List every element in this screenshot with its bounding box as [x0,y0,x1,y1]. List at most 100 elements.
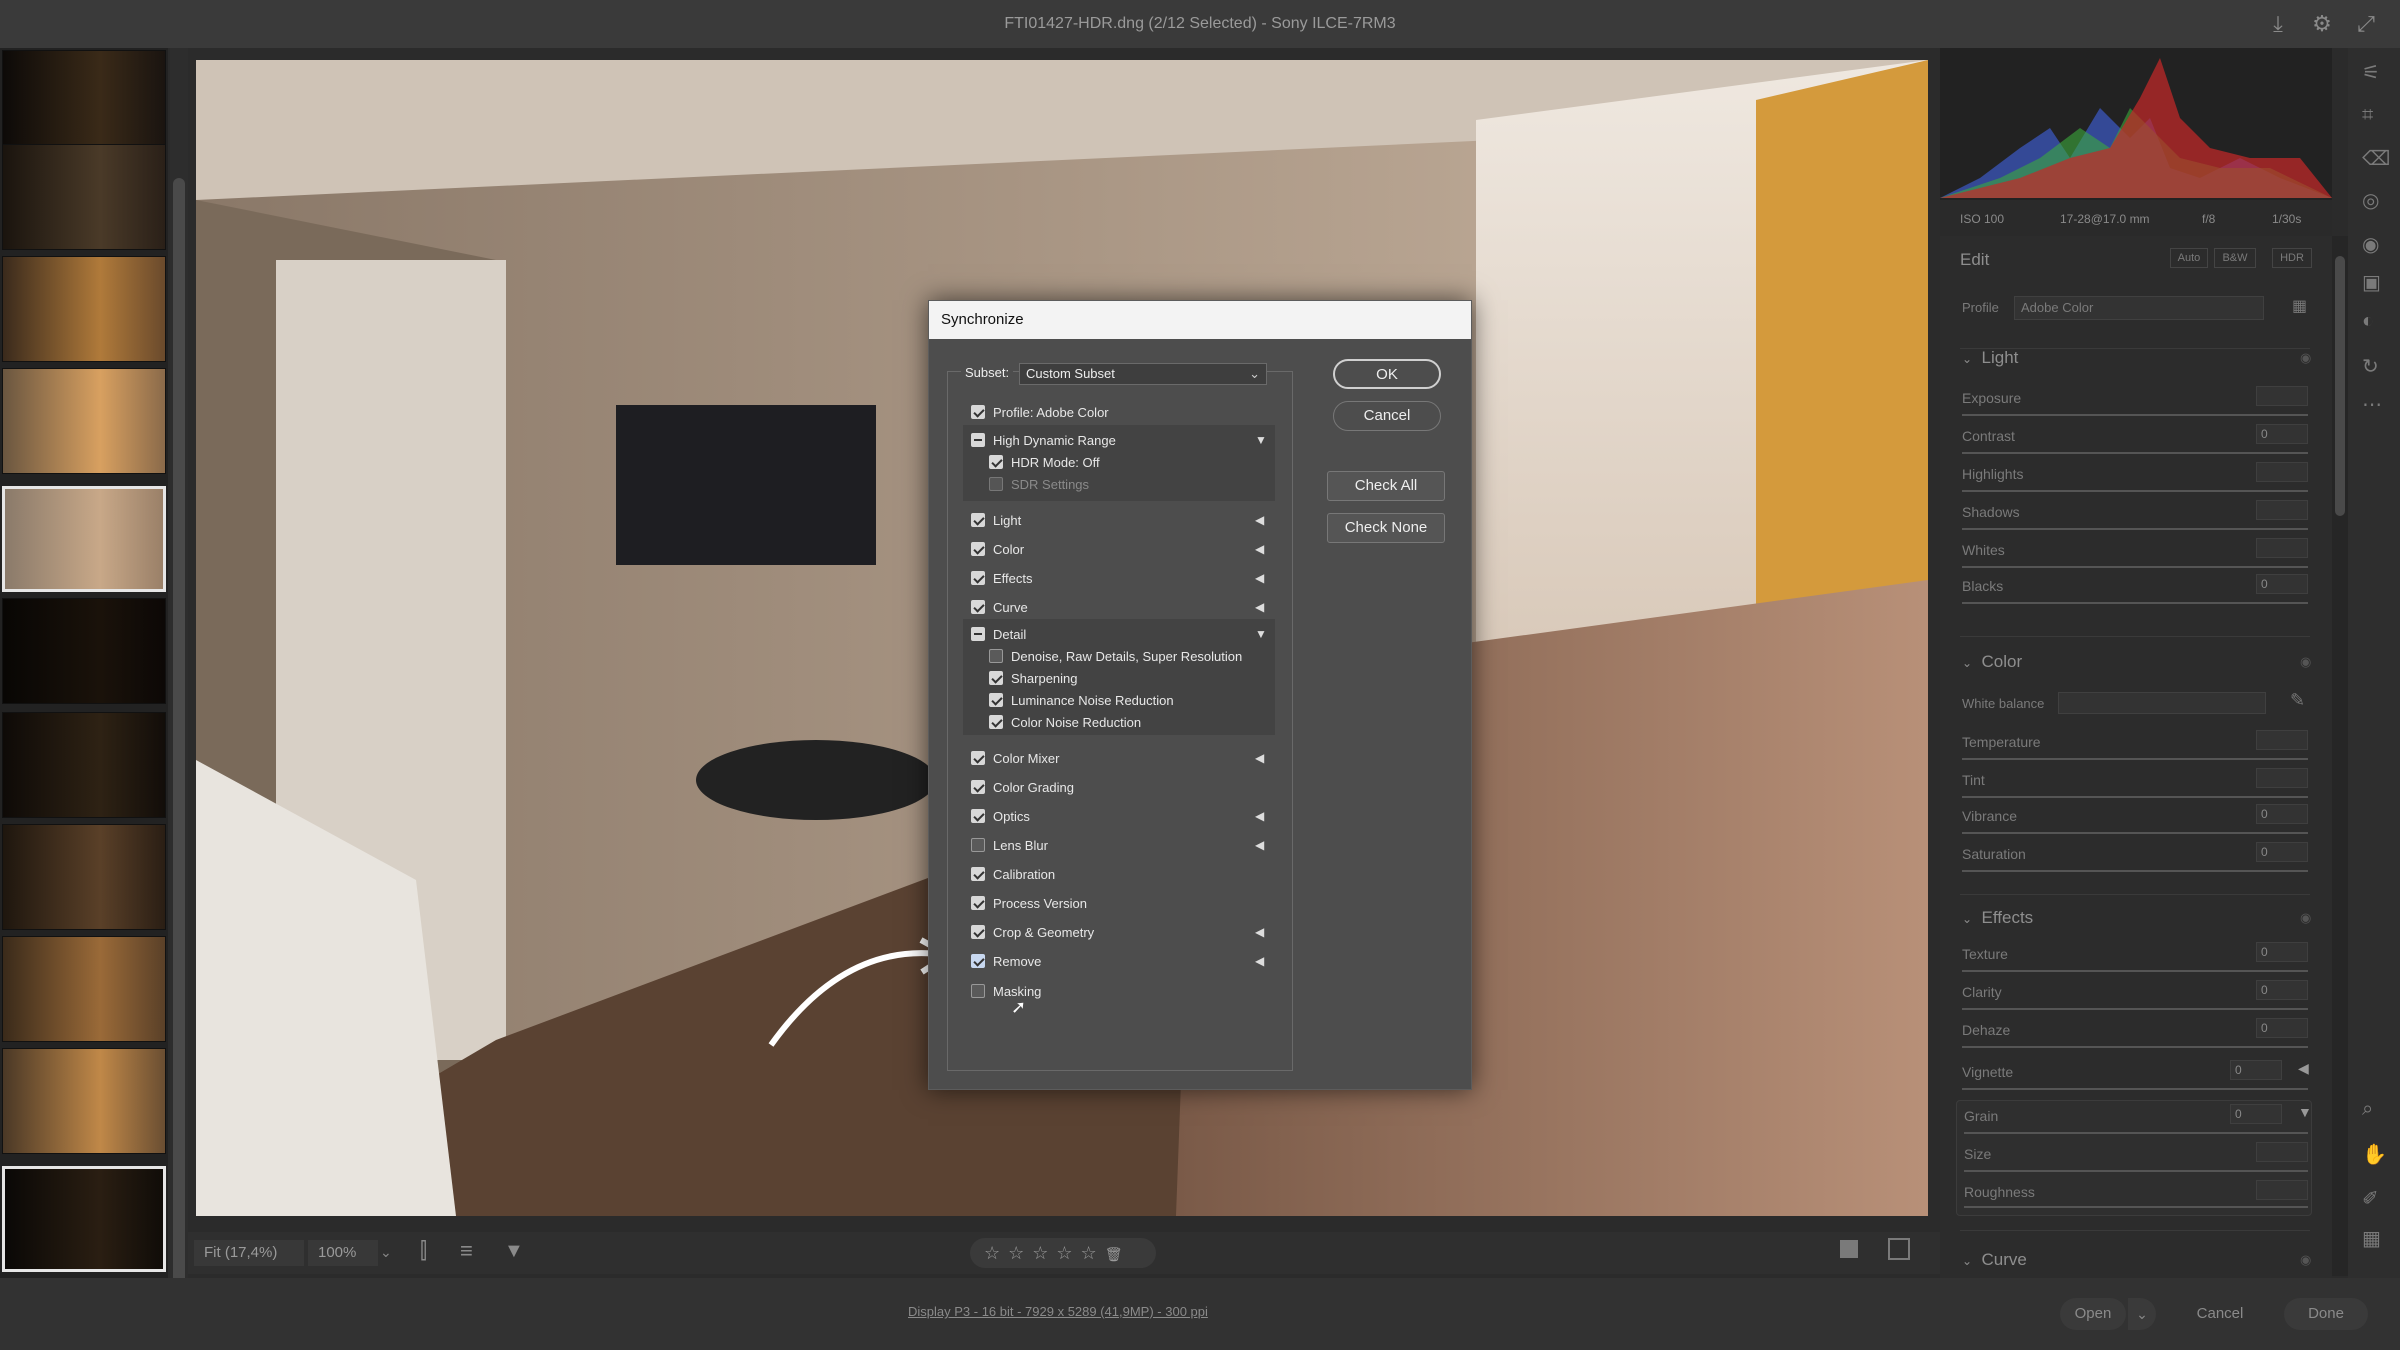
expand-icon[interactable]: ⤢ [2352,10,2380,38]
done-button[interactable]: Done [2284,1298,2368,1330]
vignette-expand-icon[interactable]: ◀ [2298,1060,2309,1077]
size-slider[interactable] [1964,1170,2308,1172]
collapse-triangle-icon[interactable]: ▼ [1255,627,1267,641]
snapshot-icon[interactable]: ▣ [2362,270,2381,295]
cancel-button[interactable]: Cancel [1333,401,1441,431]
edit-sliders-icon[interactable]: ⚟ [2362,60,2380,85]
denoise-checkbox[interactable] [989,649,1003,663]
temperature-value[interactable] [2256,730,2308,750]
sort-icon[interactable]: ≡ [460,1238,473,1264]
filmstrip-toggle-icon[interactable]: ⫿ [420,1238,427,1264]
compare-view-icon[interactable] [1888,1238,1910,1260]
whites-slider[interactable] [1962,566,2308,568]
expand-triangle-icon[interactable]: ◀ [1255,838,1264,852]
grain-collapse-icon[interactable]: ▼ [2298,1104,2312,1120]
crop-icon[interactable]: ⌗ [2362,104,2373,127]
masking-checkbox[interactable] [971,984,985,998]
vignette-value[interactable]: 0 [2230,1060,2282,1080]
color-checkbox[interactable] [971,542,985,556]
expand-triangle-icon[interactable]: ◀ [1255,809,1264,823]
hdr-checkbox[interactable] [971,433,985,447]
thumbnail[interactable] [2,598,166,704]
thumbnail[interactable] [2,256,166,362]
color-grading-checkbox[interactable] [971,780,985,794]
expand-triangle-icon[interactable]: ◀ [1255,925,1264,939]
collapse-triangle-icon[interactable]: ▼ [1255,433,1267,447]
remove-checkbox[interactable] [971,954,985,968]
grain-slider[interactable] [1964,1132,2308,1134]
detail-checkbox[interactable] [971,627,985,641]
contrast-slider[interactable] [1962,452,2308,454]
light-checkbox[interactable] [971,513,985,527]
vibrance-slider[interactable] [1962,832,2308,834]
tint-slider[interactable] [1962,796,2308,798]
thumbnail-selected[interactable] [2,486,166,592]
temperature-slider[interactable] [1962,758,2308,760]
vibrance-value[interactable]: 0 [2256,804,2308,824]
lens-blur-checkbox[interactable] [971,838,985,852]
dehaze-slider[interactable] [1962,1046,2308,1048]
eye-icon[interactable]: ◉ [2300,654,2311,670]
check-all-button[interactable]: Check All [1327,471,1445,501]
tint-value[interactable] [2256,768,2308,788]
grain-value[interactable]: 0 [2230,1104,2282,1124]
texture-value[interactable]: 0 [2256,942,2308,962]
size-value[interactable] [2256,1142,2308,1162]
sdr-settings-checkbox[interactable] [989,477,1003,491]
heal-icon[interactable]: ◎ [2362,188,2379,213]
profile-checkbox[interactable] [971,405,985,419]
chevron-down-icon[interactable]: ⌄ [380,1244,392,1261]
dehaze-value[interactable]: 0 [2256,1018,2308,1038]
exposure-value[interactable] [2256,386,2308,406]
eye-icon[interactable]: ◉ [2300,1252,2311,1268]
thumbnail[interactable] [2,936,166,1042]
profile-browser-icon[interactable]: ▦ [2292,296,2307,316]
expand-triangle-icon[interactable]: ◀ [1255,513,1264,527]
blacks-slider[interactable] [1962,602,2308,604]
zoom-icon[interactable]: ⌕ [2362,1098,2373,1121]
thumbnail[interactable] [2,1048,166,1154]
expand-triangle-icon[interactable]: ◀ [1255,954,1264,968]
presets-icon[interactable]: ◐ [2362,310,2374,333]
contrast-value[interactable]: 0 [2256,424,2308,444]
open-options-chevron-icon[interactable]: ⌄ [2128,1298,2156,1330]
eye-icon[interactable]: ◉ [2300,910,2311,926]
effects-checkbox[interactable] [971,571,985,585]
filter-icon[interactable]: ▼ [504,1240,524,1263]
highlights-value[interactable] [2256,462,2308,482]
grid-icon[interactable]: ▦ [2362,1226,2381,1251]
shadows-slider[interactable] [1962,528,2308,530]
open-button[interactable]: Open [2060,1298,2126,1330]
whites-value[interactable] [2256,538,2308,558]
zoom-fit[interactable]: Fit (17,4%) [194,1240,304,1266]
clarity-slider[interactable] [1962,1008,2308,1010]
zoom-100[interactable]: 100% [308,1240,378,1266]
roughness-slider[interactable] [1964,1206,2308,1208]
eyedropper-icon[interactable]: ✎ [2290,690,2305,711]
process-version-checkbox[interactable] [971,896,985,910]
thumbnail[interactable] [2,50,166,156]
auto-button[interactable]: Auto [2170,248,2208,268]
hand-icon[interactable]: ✋ [2362,1142,2387,1167]
expand-triangle-icon[interactable]: ◀ [1255,542,1264,556]
light-section-header[interactable]: ⌄ Light [1962,348,2018,368]
single-view-icon[interactable] [1840,1240,1858,1258]
thumbnail[interactable] [2,144,166,250]
texture-slider[interactable] [1962,970,2308,972]
luminance-nr-checkbox[interactable] [989,693,1003,707]
rating-stars[interactable]: ☆☆☆☆☆🗑 [970,1238,1156,1268]
check-none-button[interactable]: Check None [1327,513,1445,543]
white-balance-select[interactable] [2058,692,2266,714]
curve-checkbox[interactable] [971,600,985,614]
thumbnail-selected[interactable] [2,1166,166,1272]
filmstrip-scrollbar[interactable] [170,48,188,1318]
curve-section-header[interactable]: ⌄ Curve [1962,1250,2027,1270]
hdr-button[interactable]: HDR [2272,248,2312,268]
more-icon[interactable]: ⋯ [2362,392,2382,417]
crop-geometry-checkbox[interactable] [971,925,985,939]
image-info-link[interactable]: Display P3 - 16 bit - 7929 x 5289 (41,9M… [908,1304,1208,1319]
eye-icon[interactable]: ◉ [2300,350,2311,366]
clarity-value[interactable]: 0 [2256,980,2308,1000]
ok-button[interactable]: OK [1333,359,1441,389]
color-mixer-checkbox[interactable] [971,751,985,765]
